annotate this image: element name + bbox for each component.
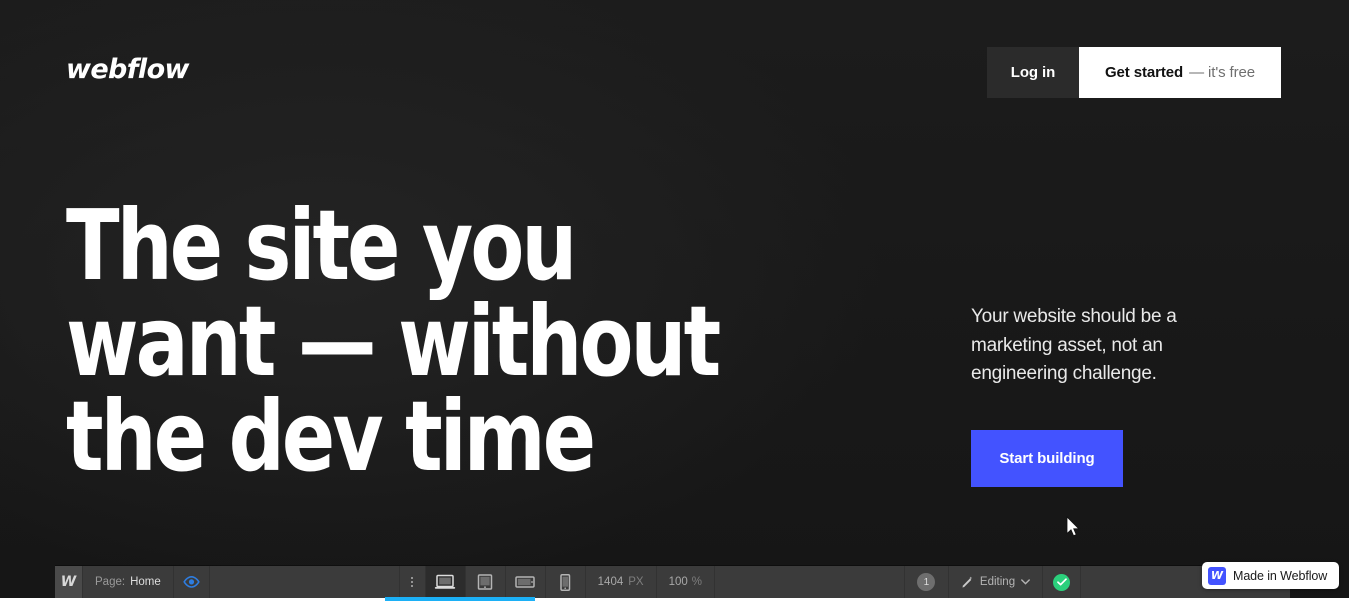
viewport-width-unit: PX	[628, 576, 644, 588]
mobile-portrait-icon	[560, 573, 571, 591]
pencil-sparkle-icon	[962, 576, 973, 587]
webflow-wordmark-logo[interactable]: webflow	[66, 56, 189, 83]
viewport-width-display[interactable]: 1404 PX	[586, 566, 657, 598]
made-in-webflow-badge[interactable]: W Made in Webflow	[1202, 562, 1340, 589]
get-started-suffix-label: — it's free	[1189, 64, 1256, 81]
editing-mode-label: Editing	[979, 576, 1016, 588]
log-in-button[interactable]: Log in	[987, 47, 1079, 98]
zoom-level-display[interactable]: 100 %	[657, 566, 716, 598]
more-vertical-icon	[411, 577, 414, 587]
breakpoint-tablet-button[interactable]	[466, 566, 506, 598]
made-in-webflow-label: Made in Webflow	[1233, 568, 1328, 583]
preview-toggle-button[interactable]	[174, 566, 210, 598]
mobile-landscape-icon	[515, 576, 535, 588]
hero-headline: The site you want — without the dev time	[66, 189, 721, 494]
hero-side-column: Your website should be a marketing asset…	[971, 303, 1223, 487]
editing-mode-dropdown[interactable]: Editing	[949, 566, 1044, 598]
collaborator-count-avatar: 1	[917, 573, 936, 591]
log-in-label: Log in	[1010, 64, 1056, 81]
get-started-button[interactable]: Get started — it's free	[1079, 47, 1281, 98]
get-started-label: Get started	[1104, 64, 1184, 81]
chevron-down-icon	[1021, 579, 1030, 585]
breakpoint-mobile-portrait-button[interactable]	[546, 566, 586, 598]
page-label: Page:	[95, 576, 126, 588]
page-selector[interactable]: Page: Home	[83, 566, 174, 598]
webflow-badge-logo: W	[1208, 566, 1226, 585]
eye-icon	[183, 576, 200, 588]
site-navbar: webflow Log in Get started — it's free	[0, 0, 1349, 145]
tablet-icon	[477, 574, 493, 590]
webflow-designer-toolbar: W Page: Home 1404 PX 100 % 1 Editing	[55, 566, 1290, 598]
selected-element-indicator[interactable]	[385, 597, 535, 601]
toolbar-more-options-button[interactable]	[400, 566, 426, 598]
start-building-label: Start building	[999, 449, 1095, 467]
toolbar-left-spacer	[210, 566, 400, 598]
webflow-w-logo: W	[60, 574, 77, 590]
webflow-designer-logo-button[interactable]: W	[55, 566, 83, 598]
save-status-indicator[interactable]	[1043, 566, 1082, 598]
nav-actions: Log in Get started — it's free	[987, 47, 1281, 98]
check-circle-icon	[1053, 573, 1071, 591]
viewport-width-value: 1404	[597, 576, 624, 588]
start-building-button[interactable]: Start building	[971, 429, 1123, 487]
hero-subcopy: Your website should be a marketing asset…	[971, 306, 1177, 384]
desktop-icon	[434, 574, 456, 589]
collaborators-button[interactable]: 1	[905, 566, 949, 598]
page-name-value: Home	[130, 576, 161, 588]
site-canvas: webflow Log in Get started — it's free T…	[0, 0, 1349, 601]
toolbar-right-spacer	[715, 566, 905, 598]
breakpoint-desktop-button[interactable]	[425, 566, 466, 598]
zoom-value: 100	[668, 576, 688, 588]
breakpoint-mobile-landscape-button[interactable]	[506, 566, 546, 598]
arrow-pointer-icon	[1066, 516, 1080, 537]
zoom-unit: %	[691, 576, 703, 588]
